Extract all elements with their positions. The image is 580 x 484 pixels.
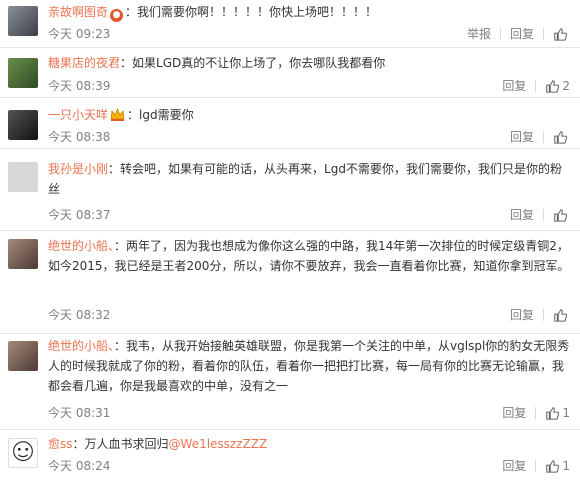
like-button[interactable]: 1 <box>536 456 570 476</box>
username[interactable]: 一只小天咩 <box>48 108 108 122</box>
avatar[interactable] <box>8 162 38 192</box>
thumbs-up-icon <box>546 80 560 93</box>
comment-text: ：我们需要你啊！！！！！你快上场吧！！！！ <box>125 5 378 19</box>
crown-badge-icon <box>110 108 125 121</box>
mention-link[interactable]: @We1lesszzZZZ <box>169 437 268 451</box>
comment-item: 绝世的小船、：两年了，因为我也想成为像你这么强的中路，我14年第一次排位的时候定… <box>0 231 580 334</box>
like-count: 2 <box>562 79 570 93</box>
username[interactable]: 我孙是小刚 <box>48 162 108 176</box>
username[interactable]: 绝世的小船、 <box>48 339 114 353</box>
thumbs-up-icon <box>546 407 560 420</box>
username[interactable]: 亲故啊图奇 <box>48 5 108 19</box>
thumbs-up-icon <box>554 131 567 144</box>
reply-button[interactable]: 回复 <box>501 205 543 225</box>
reply-button[interactable]: 回复 <box>501 24 543 44</box>
avatar[interactable] <box>8 341 38 371</box>
comment-time: 今天 08:24 <box>48 459 111 473</box>
username[interactable]: 绝世的小船、 <box>48 239 114 253</box>
comment-text: ：如果LGD真的不让你上场了，你去哪队我都看你 <box>120 56 386 70</box>
comment-text: ：两年了，因为我也想成为像你这么强的中路，我14年第一次排位的时候定级青铜2，如… <box>48 239 570 273</box>
thumbs-up-icon <box>554 28 567 41</box>
comment-item: 愈ss：万人血书求回归@We1lesszzZZZ 今天 08:24 回复 1 <box>0 430 580 484</box>
reply-button[interactable]: 回复 <box>493 456 535 476</box>
avatar[interactable] <box>8 110 38 140</box>
like-button[interactable] <box>544 208 570 222</box>
avatar[interactable] <box>8 239 38 269</box>
reply-button[interactable]: 回复 <box>501 127 543 147</box>
comment-time: 今天 08:39 <box>48 79 111 93</box>
like-button[interactable] <box>544 27 570 41</box>
like-button[interactable] <box>544 130 570 144</box>
comment-item: 亲故啊图奇 ● ：我们需要你啊！！！！！你快上场吧！！！！ 今天 09:23 举报 … <box>0 0 580 48</box>
username[interactable]: 糖果店的夜君 <box>48 56 120 70</box>
avatar[interactable] <box>8 58 38 88</box>
comment-text: ：lgd需要你 <box>127 108 194 122</box>
reply-button[interactable]: 回复 <box>493 76 535 96</box>
comment-text: ：我韦，从我开始接触英雄联盟，你是我第一个关注的中单，从vglspl你的豹女无限… <box>48 339 570 393</box>
avatar[interactable] <box>8 6 38 36</box>
meme-face-icon <box>13 441 33 462</box>
comment-item: 一只小天咩 ：lgd需要你 今天 08:38 回复 <box>0 98 580 149</box>
like-count: 1 <box>562 406 570 420</box>
comment-item: 糖果店的夜君：如果LGD真的不让你上场了，你去哪队我都看你 今天 08:39 回… <box>0 48 580 98</box>
comment-item: 我孙是小刚：转会吧，如果有可能的话，从头再来，Lgd不需要你，我们需要你，我们只… <box>0 149 580 231</box>
thumbs-up-icon <box>554 309 567 322</box>
red-circle-badge-icon: ● <box>110 9 124 22</box>
thumbs-up-icon <box>554 209 567 222</box>
comment-text: ：转会吧，如果有可能的话，从头再来，Lgd不需要你，我们需要你，我们只是你的粉丝 <box>48 162 562 196</box>
comment-time: 今天 08:31 <box>48 406 111 420</box>
avatar[interactable] <box>8 438 38 468</box>
username[interactable]: 愈ss <box>48 437 73 451</box>
report-button[interactable]: 举报 <box>458 24 500 44</box>
like-button[interactable]: 1 <box>536 403 570 423</box>
comment-time: 今天 08:38 <box>48 130 111 144</box>
comment-item: 绝世的小船、：我韦，从我开始接触英雄联盟，你是我第一个关注的中单，从vglspl… <box>0 334 580 430</box>
like-button[interactable] <box>544 308 570 322</box>
thumbs-up-icon <box>546 460 560 473</box>
comment-text: ：万人血书求回归 <box>72 437 169 451</box>
reply-button[interactable]: 回复 <box>501 305 543 325</box>
comment-time: 今天 08:37 <box>48 208 111 222</box>
comment-time: 今天 08:32 <box>48 308 111 322</box>
comment-time: 今天 09:23 <box>48 27 111 41</box>
like-count: 1 <box>562 459 570 473</box>
comment-feed: 亲故啊图奇 ● ：我们需要你啊！！！！！你快上场吧！！！！ 今天 09:23 举报 … <box>0 0 580 484</box>
reply-button[interactable]: 回复 <box>493 403 535 423</box>
like-button[interactable]: 2 <box>536 76 570 96</box>
